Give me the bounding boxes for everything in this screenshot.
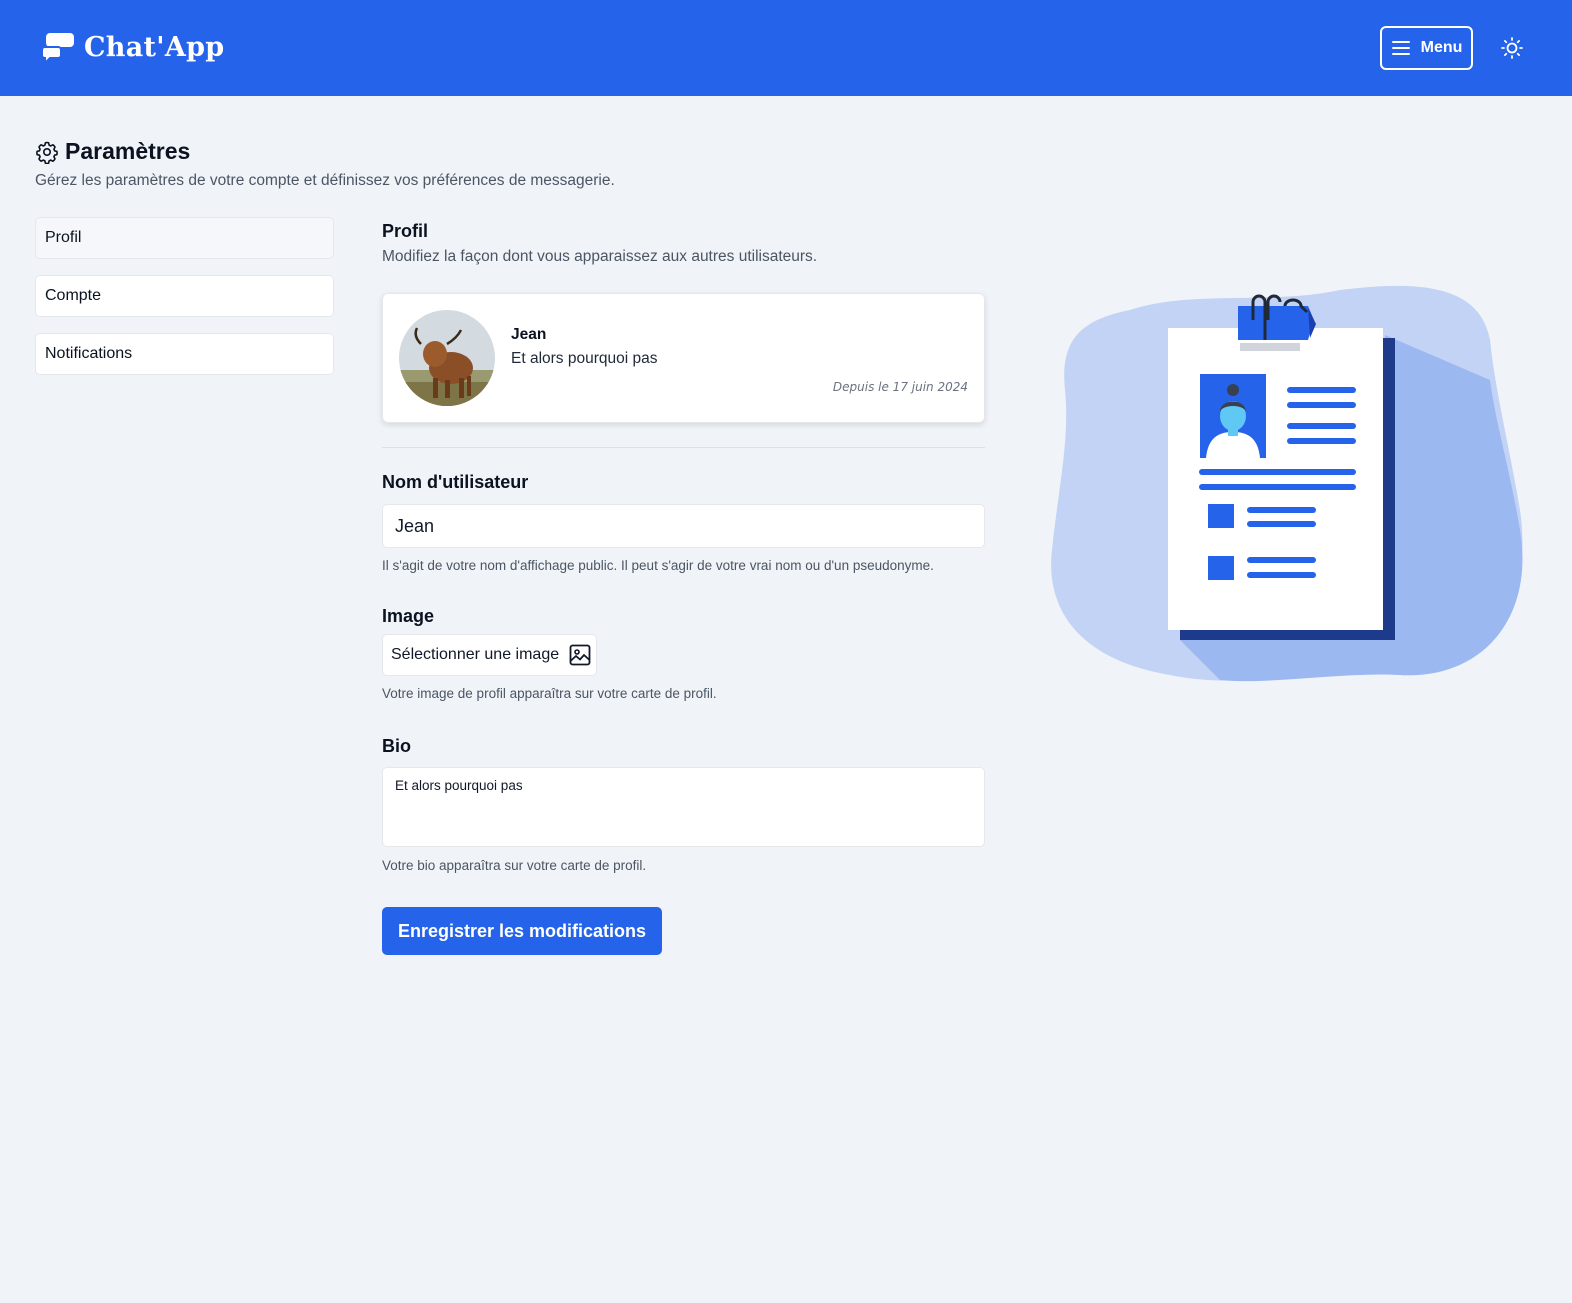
app-header: Chat'App Menu	[0, 0, 1572, 96]
section-title: Profil	[382, 221, 429, 241]
profile-card-name: Jean	[511, 326, 547, 343]
menu-button[interactable]: Menu	[1380, 26, 1473, 70]
divider	[382, 447, 985, 448]
page-title: Paramètres	[35, 138, 190, 165]
section-subtitle: Modifiez la façon dont vous apparaissez …	[382, 248, 818, 265]
sidebar-item-compte[interactable]: Compte	[35, 275, 334, 317]
chat-bubbles-icon	[42, 33, 74, 65]
app-name: Chat'App	[84, 32, 225, 63]
sidebar-item-profil[interactable]: Profil	[35, 217, 334, 259]
select-image-button[interactable]: Sélectionner une image	[382, 634, 597, 676]
page-subtitle: Gérez les paramètres de votre compte et …	[35, 172, 615, 189]
avatar-photo	[399, 310, 495, 406]
username-input[interactable]	[382, 504, 985, 548]
sidebar-item-notifications[interactable]: Notifications	[35, 333, 334, 375]
profile-preview-card: Jean Et alors pourquoi pas Depuis le 17 …	[382, 293, 985, 423]
bio-textarea[interactable]: Et alors pourquoi pas	[382, 767, 985, 847]
username-help: Il s'agit de votre nom d'affichage publi…	[382, 558, 934, 573]
bio-help: Votre bio apparaîtra sur votre carte de …	[382, 858, 647, 873]
username-label: Nom d'utilisateur	[382, 472, 529, 492]
page-title-text: Paramètres	[65, 138, 191, 164]
menu-button-label: Menu	[1420, 39, 1463, 56]
bio-label: Bio	[382, 736, 411, 756]
profile-card-date: Depuis le 17 juin 2024	[832, 380, 968, 394]
image-label: Image	[382, 606, 435, 626]
theme-toggle-button[interactable]	[1497, 33, 1527, 63]
hamburger-icon	[1391, 41, 1410, 55]
select-image-label: Sélectionner une image	[391, 646, 560, 663]
save-changes-button[interactable]: Enregistrer les modifications	[382, 907, 662, 955]
profile-card-bio: Et alors pourquoi pas	[511, 350, 658, 367]
sun-icon	[1501, 37, 1523, 59]
brand[interactable]: Chat'App	[42, 28, 224, 68]
avatar	[399, 310, 495, 406]
gear-icon	[36, 141, 58, 164]
profile-card-illustration	[1051, 285, 1523, 682]
image-help: Votre image de profil apparaîtra sur vot…	[382, 686, 717, 701]
image-icon	[569, 644, 591, 666]
